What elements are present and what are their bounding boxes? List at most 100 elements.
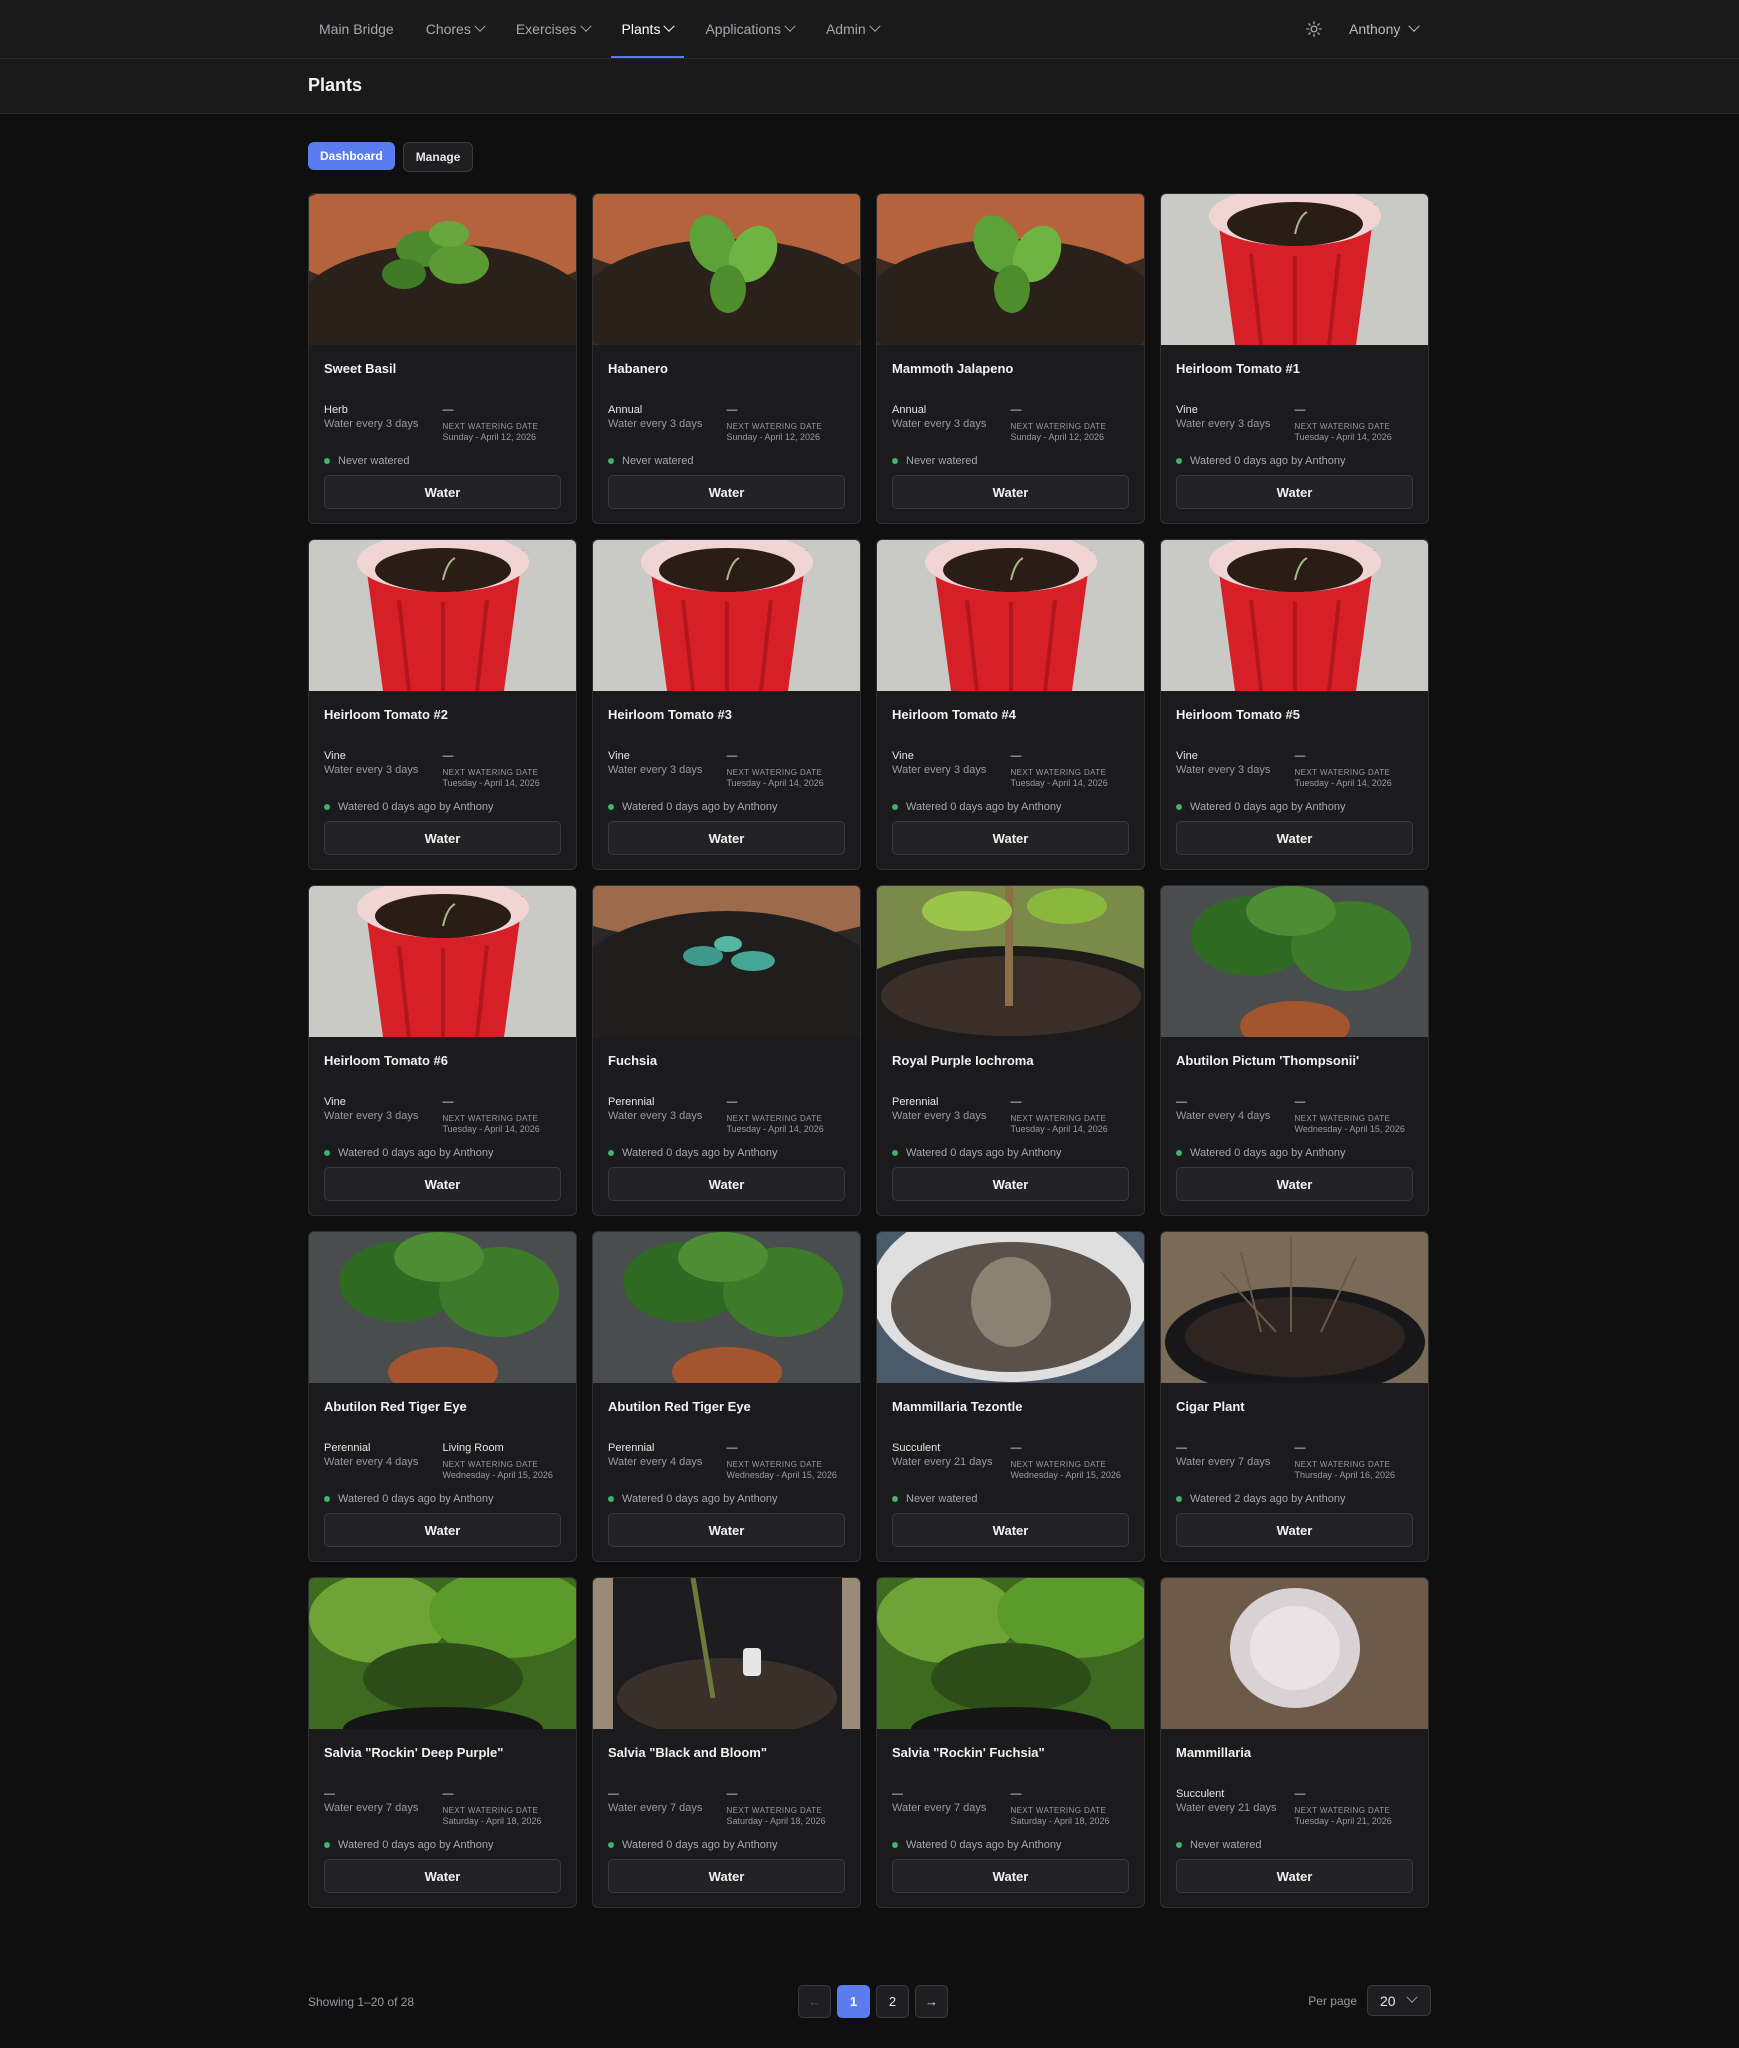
water-button[interactable]: Water	[608, 821, 845, 855]
plant-location: —	[726, 1096, 738, 1108]
water-button[interactable]: Water	[892, 1167, 1129, 1201]
plant-type: Vine	[324, 1096, 346, 1108]
plant-location: Living Room	[442, 1442, 504, 1454]
plant-type: —	[324, 1788, 335, 1800]
page-2-button[interactable]: 2	[876, 1985, 909, 2018]
status-dot	[892, 1496, 898, 1502]
status-dot	[608, 804, 614, 810]
nav-item-chores[interactable]: Chores	[415, 0, 495, 58]
water-button[interactable]: Water	[892, 821, 1129, 855]
next-watering-date: Sunday - April 12, 2026	[726, 432, 821, 442]
water-button[interactable]: Water	[324, 1513, 561, 1547]
water-button[interactable]: Water	[892, 475, 1129, 509]
plant-location: —	[1294, 1442, 1306, 1454]
nav-item-applications[interactable]: Applications	[694, 0, 805, 58]
water-button[interactable]: Water	[1176, 1513, 1413, 1547]
watering-status: Watered 0 days ago by Anthony	[338, 1147, 494, 1159]
watering-status: Watered 0 days ago by Anthony	[906, 1147, 1062, 1159]
water-button[interactable]: Water	[608, 1859, 845, 1893]
per-page-select[interactable]: 20	[1367, 1985, 1431, 2016]
watering-frequency: Water every 3 days	[1176, 418, 1271, 430]
nav-item-main-bridge[interactable]: Main Bridge	[308, 0, 405, 58]
water-button[interactable]: Water	[324, 821, 561, 855]
plant-card: Abutilon Red Tiger Eye Perennial Water e…	[592, 1231, 861, 1562]
water-button[interactable]: Water	[892, 1513, 1129, 1547]
plant-name: Heirloom Tomato #2	[324, 707, 449, 722]
watering-frequency: Water every 21 days	[892, 1456, 993, 1468]
nav-item-plants[interactable]: Plants	[610, 0, 685, 58]
chevron-down-icon	[868, 20, 881, 32]
watering-status: Watered 0 days ago by Anthony	[1190, 455, 1346, 467]
next-watering-date: Saturday - April 18, 2026	[726, 1816, 826, 1826]
watering-frequency: Water every 7 days	[1176, 1456, 1271, 1468]
next-page-button[interactable]: →	[915, 1985, 948, 2018]
watering-status: Watered 0 days ago by Anthony	[1190, 1147, 1346, 1159]
next-watering-date: Tuesday - April 14, 2026	[1294, 432, 1392, 442]
chevron-down-icon	[579, 20, 592, 32]
water-button[interactable]: Water	[1176, 1859, 1413, 1893]
next-watering-date: Tuesday - April 14, 2026	[726, 1124, 824, 1134]
plant-name: Abutilon Pictum 'Thompsonii'	[1176, 1053, 1360, 1068]
plant-name: Salvia "Black and Bloom"	[608, 1745, 767, 1760]
plant-name: Heirloom Tomato #6	[324, 1053, 449, 1068]
plant-photo	[309, 1578, 576, 1729]
water-button[interactable]: Water	[608, 1513, 845, 1547]
plant-name: Abutilon Red Tiger Eye	[324, 1399, 467, 1414]
plant-card: Mammoth Jalapeno Annual Water every 3 da…	[876, 193, 1145, 524]
next-watering-label: NEXT WATERING DATE	[1294, 1114, 1391, 1123]
nav-item-label: Exercises	[515, 21, 577, 37]
watering-status: Never watered	[906, 1493, 978, 1505]
tab-dashboard[interactable]: Dashboard	[308, 142, 395, 170]
page-1-button[interactable]: 1	[837, 1985, 870, 2018]
next-watering-date: Tuesday - April 14, 2026	[442, 778, 540, 788]
plant-location: —	[442, 404, 454, 416]
water-button[interactable]: Water	[324, 1167, 561, 1201]
next-watering-label: NEXT WATERING DATE	[726, 422, 823, 431]
nav-item-exercises[interactable]: Exercises	[505, 0, 601, 58]
next-watering-date: Wednesday - April 15, 2026	[442, 1470, 553, 1480]
next-watering-date: Sunday - April 12, 2026	[442, 432, 537, 442]
plant-card: Heirloom Tomato #2 Vine Water every 3 da…	[308, 539, 577, 870]
plant-photo	[593, 1232, 860, 1383]
status-dot	[324, 804, 330, 810]
plant-type: Perennial	[892, 1096, 939, 1108]
nav-item-label: Admin	[825, 21, 866, 37]
per-page-control: Per page 20	[1308, 1985, 1431, 2016]
plant-grid: Sweet Basil Herb Water every 3 days — NE…	[308, 193, 1431, 1908]
plant-photo	[1161, 1578, 1428, 1729]
next-watering-date: Sunday - April 12, 2026	[1010, 432, 1105, 442]
water-button[interactable]: Water	[324, 1859, 561, 1893]
next-watering-label: NEXT WATERING DATE	[1294, 1806, 1391, 1815]
water-button[interactable]: Water	[324, 475, 561, 509]
plant-type: Vine	[892, 750, 914, 762]
plant-photo	[309, 194, 576, 345]
watering-frequency: Water every 21 days	[1176, 1802, 1277, 1814]
plant-photo	[593, 886, 860, 1037]
plant-card: Heirloom Tomato #4 Vine Water every 3 da…	[876, 539, 1145, 870]
water-button[interactable]: Water	[1176, 1167, 1413, 1201]
plant-photo	[1161, 1232, 1428, 1383]
plant-photo	[1161, 194, 1428, 345]
user-menu[interactable]: Anthony	[1349, 0, 1421, 58]
plant-photo	[877, 1578, 1144, 1729]
status-dot	[608, 1150, 614, 1156]
water-button[interactable]: Water	[608, 1167, 845, 1201]
chevron-down-icon	[1408, 20, 1421, 32]
status-dot	[608, 1842, 614, 1848]
water-button[interactable]: Water	[608, 475, 845, 509]
tab-manage[interactable]: Manage	[402, 142, 474, 172]
sun-icon[interactable]	[1305, 20, 1323, 38]
plant-card: Heirloom Tomato #6 Vine Water every 3 da…	[308, 885, 577, 1216]
watering-status: Watered 0 days ago by Anthony	[622, 801, 778, 813]
plant-type: Succulent	[892, 1442, 941, 1454]
prev-page-button[interactable]: ←	[798, 1985, 831, 2018]
next-watering-label: NEXT WATERING DATE	[1010, 422, 1107, 431]
plant-location: —	[1010, 1442, 1022, 1454]
watering-frequency: Water every 3 days	[608, 764, 703, 776]
plant-location: —	[1010, 404, 1022, 416]
water-button[interactable]: Water	[892, 1859, 1129, 1893]
nav-item-admin[interactable]: Admin	[815, 0, 890, 58]
water-button[interactable]: Water	[1176, 475, 1413, 509]
plant-card: Abutilon Pictum 'Thompsonii' — Water eve…	[1160, 885, 1429, 1216]
water-button[interactable]: Water	[1176, 821, 1413, 855]
